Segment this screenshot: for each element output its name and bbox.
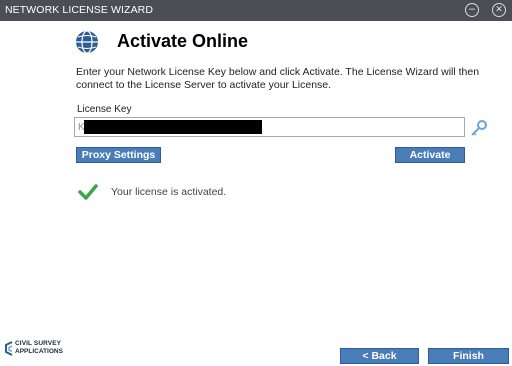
logo-text-line1: CIVIL SURVEY — [15, 340, 62, 347]
title-bar: NETWORK LICENSE WIZARD − ✕ — [0, 0, 512, 21]
activate-button[interactable]: Activate — [395, 147, 465, 163]
key-icon[interactable] — [470, 119, 488, 137]
close-icon[interactable]: ✕ — [492, 3, 506, 17]
company-logo: CIVIL SURVEY APPLICATIONS — [4, 339, 64, 359]
globe-icon — [76, 30, 98, 54]
back-button[interactable]: < Back — [340, 348, 419, 364]
logo-mark — [5, 341, 13, 356]
page-title: Activate Online — [117, 31, 249, 51]
redaction-bar — [84, 120, 262, 134]
status-message: Your license is activated. — [111, 186, 227, 198]
minimize-icon[interactable]: − — [465, 3, 479, 17]
instructions-text: Enter your Network License Key below and… — [76, 66, 480, 91]
checkmark-icon — [78, 184, 98, 200]
finish-button[interactable]: Finish — [428, 348, 509, 364]
license-key-label: License Key — [77, 104, 132, 115]
logo-text-line2: APPLICATIONS — [15, 348, 63, 355]
window-title: NETWORK LICENSE WIZARD — [5, 4, 154, 16]
proxy-settings-button[interactable]: Proxy Settings — [76, 147, 161, 163]
